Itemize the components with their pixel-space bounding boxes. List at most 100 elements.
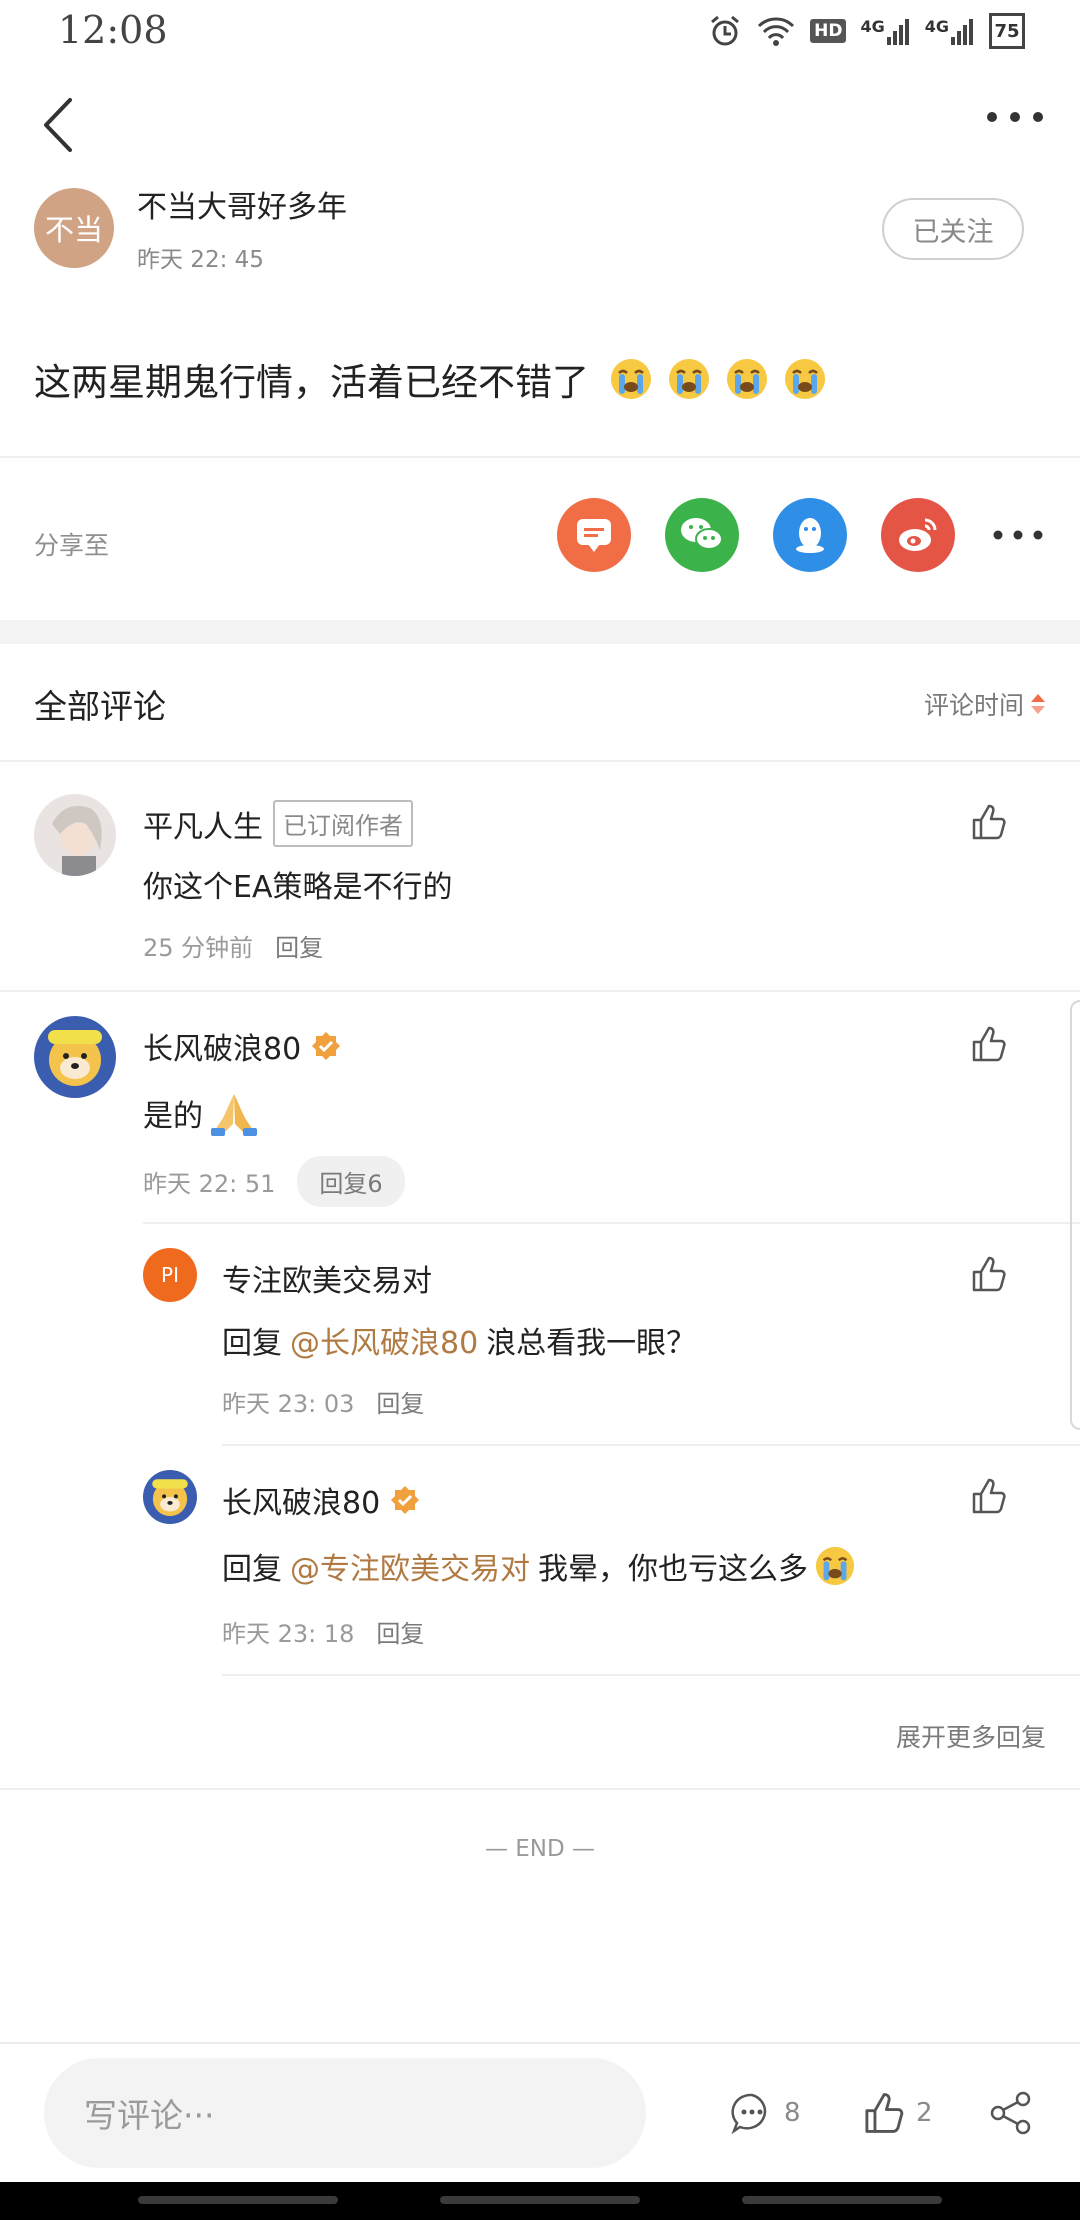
more-dots-icon bbox=[993, 530, 1043, 540]
reply-time: 昨天 23: 18 bbox=[222, 1620, 355, 1648]
nav-menu-button[interactable] bbox=[138, 2196, 338, 2204]
reply-button[interactable]: 回复 bbox=[275, 928, 323, 963]
reply-prefix: 回复 bbox=[222, 1326, 282, 1361]
thumbs-up-icon bbox=[865, 2093, 904, 2133]
comment-text: 是的 bbox=[143, 1099, 203, 1134]
nav-home-button[interactable] bbox=[440, 2196, 640, 2204]
expand-more-replies-button[interactable]: 展开更多回复 bbox=[896, 1718, 1046, 1754]
verified-badge-icon bbox=[391, 1486, 420, 1514]
thumbs-up-icon bbox=[972, 1478, 1006, 1514]
share-label: 分享至 bbox=[34, 531, 110, 560]
post-content: 这两星期鬼行情，活着已经不错了 bbox=[34, 352, 827, 406]
mention-link[interactable]: @长风破浪80 bbox=[290, 1318, 478, 1362]
view-replies-button[interactable]: 回复6 bbox=[297, 1156, 405, 1207]
reply-text: 我晕，你也亏这么多 bbox=[538, 1552, 808, 1587]
network-label-2: 4G bbox=[924, 17, 949, 36]
comment-input[interactable]: 写评论··· bbox=[44, 2058, 646, 2168]
crying-emoji-slot bbox=[808, 1545, 856, 1587]
like-button[interactable] bbox=[968, 1024, 1008, 1064]
message-icon bbox=[577, 519, 611, 552]
reply-text-row: 回复 @专注欧美交易对 我晕，你也亏这么多 bbox=[222, 1544, 856, 1588]
crying-face-emoji bbox=[785, 359, 825, 399]
network-label-1: 4G bbox=[860, 17, 885, 36]
weibo-icon bbox=[899, 518, 937, 551]
avatar-photo bbox=[143, 1470, 197, 1524]
reply-text: 浪总看我一眼？ bbox=[486, 1326, 697, 1361]
reply-button[interactable]: 回复 bbox=[376, 1614, 424, 1649]
share-button[interactable] bbox=[988, 2080, 1034, 2146]
nav-back-button[interactable] bbox=[742, 2196, 942, 2204]
avatar-photo bbox=[34, 1016, 116, 1098]
divider bbox=[0, 760, 1080, 762]
divider bbox=[0, 990, 1080, 992]
comment-time: 25 分钟前 bbox=[143, 934, 254, 962]
like-button[interactable] bbox=[968, 1254, 1008, 1294]
reply-time: 昨天 23: 03 bbox=[222, 1390, 355, 1418]
signal-4g-2: 4G bbox=[925, 17, 975, 45]
share-wechat-button[interactable] bbox=[665, 498, 739, 572]
follow-button[interactable]: 已关注 bbox=[882, 198, 1024, 260]
avatar-photo bbox=[34, 794, 116, 876]
signal-icon bbox=[951, 19, 973, 45]
comment-count: 8 bbox=[784, 2098, 801, 2128]
post-time: 昨天 22: 45 bbox=[137, 247, 264, 273]
share-weibo-button[interactable] bbox=[881, 498, 955, 572]
author-name[interactable]: 不当大哥好多年 bbox=[137, 182, 347, 226]
thumbs-up-icon bbox=[972, 804, 1006, 840]
commenter-name-row: 平凡人生 已订阅作者 bbox=[143, 800, 413, 847]
divider bbox=[222, 1444, 1080, 1446]
comment-meta: 昨天 22: 51 回复6 bbox=[143, 1156, 405, 1207]
replier-name[interactable]: 专注欧美交易对 bbox=[222, 1256, 432, 1300]
back-button[interactable] bbox=[30, 90, 90, 160]
chevron-left-icon bbox=[44, 98, 72, 152]
reply-text-row: 回复 @长风破浪80 浪总看我一眼？ bbox=[222, 1318, 696, 1362]
status-time: 12:08 bbox=[58, 8, 168, 52]
replier-avatar[interactable]: PI bbox=[143, 1248, 197, 1302]
share-message-button[interactable] bbox=[557, 498, 631, 572]
commenter-avatar[interactable] bbox=[34, 1016, 116, 1098]
qq-icon bbox=[796, 518, 824, 553]
sort-toggle[interactable]: 评论时间 bbox=[924, 686, 1046, 722]
alarm-icon bbox=[711, 15, 740, 46]
divider bbox=[0, 1788, 1080, 1790]
share-more-button[interactable] bbox=[990, 518, 1046, 552]
mention-link[interactable]: @专注欧美交易对 bbox=[290, 1544, 530, 1588]
thumbs-up-icon bbox=[972, 1256, 1006, 1292]
wifi-icon bbox=[758, 17, 795, 46]
like-count-button[interactable]: 2 bbox=[860, 2080, 933, 2146]
commenter-name-row: 长风破浪80 bbox=[143, 1024, 341, 1068]
commenter-name[interactable]: 长风破浪80 bbox=[143, 1024, 301, 1068]
commenter-name[interactable]: 平凡人生 bbox=[143, 802, 263, 846]
commenter-avatar[interactable] bbox=[34, 794, 116, 876]
status-icons: HD 4G 4G 75 bbox=[708, 10, 1025, 52]
comment-text-row: 是的 bbox=[143, 1088, 259, 1138]
replier-name[interactable]: 长风破浪80 bbox=[222, 1478, 380, 1522]
thumbs-up-icon bbox=[972, 1026, 1006, 1062]
divider bbox=[0, 456, 1080, 458]
signal-icon bbox=[886, 19, 909, 45]
reply-meta: 昨天 23: 03 回复 bbox=[222, 1384, 424, 1419]
signal-4g-1: 4G bbox=[860, 17, 910, 45]
battery-icon: 75 bbox=[989, 13, 1025, 49]
author-avatar[interactable]: 不当 bbox=[34, 188, 114, 268]
post-text: 这两星期鬼行情，活着已经不错了 bbox=[34, 361, 589, 404]
divider bbox=[222, 1674, 1080, 1676]
share-icon bbox=[990, 2091, 1031, 2135]
hd-badge: HD bbox=[810, 19, 847, 43]
replier-avatar[interactable] bbox=[143, 1470, 197, 1524]
comments-count-button[interactable]: 8 bbox=[730, 2080, 801, 2146]
like-count: 2 bbox=[916, 2098, 933, 2128]
share-qq-button[interactable] bbox=[773, 498, 847, 572]
like-button[interactable] bbox=[968, 1476, 1008, 1516]
replier-name-row: 长风破浪80 bbox=[222, 1478, 420, 1522]
crying-face-emoji bbox=[669, 359, 709, 399]
like-button[interactable] bbox=[968, 802, 1008, 842]
sort-arrows-icon bbox=[1031, 694, 1045, 714]
crying-face-emoji bbox=[727, 359, 767, 399]
praying-hands-emoji bbox=[211, 1094, 257, 1136]
end-marker: — END — bbox=[484, 1836, 596, 1862]
sort-label: 评论时间 bbox=[923, 691, 1024, 720]
more-menu-button[interactable] bbox=[980, 95, 1050, 145]
reply-button[interactable]: 回复 bbox=[376, 1384, 424, 1419]
side-panel-handle[interactable] bbox=[1070, 1000, 1080, 1430]
